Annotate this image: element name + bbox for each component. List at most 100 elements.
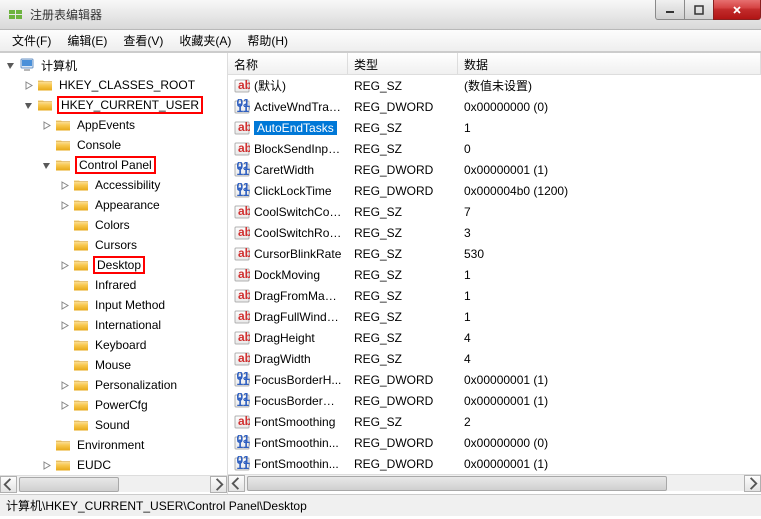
list-row[interactable]: abCursorBlinkRateREG_SZ530: [228, 243, 761, 264]
tree-node[interactable]: Keyboard: [0, 335, 227, 355]
titlebar[interactable]: 注册表编辑器: [0, 0, 761, 30]
tree-toggle-icon[interactable]: [58, 259, 71, 272]
value-name: DockMoving: [254, 268, 320, 282]
menu-file[interactable]: 文件(F): [4, 30, 59, 51]
tree-toggle-icon[interactable]: [22, 79, 35, 92]
cell-type: REG_SZ: [348, 142, 458, 156]
tree-toggle-icon[interactable]: [22, 99, 35, 112]
menu-help[interactable]: 帮助(H): [239, 30, 296, 51]
cell-type: REG_DWORD: [348, 457, 458, 471]
maximize-button[interactable]: [684, 0, 714, 20]
scroll-thumb[interactable]: [247, 476, 667, 491]
tree-node[interactable]: Cursors: [0, 235, 227, 255]
list-row[interactable]: 011110FocusBorderW...REG_DWORD0x00000001…: [228, 390, 761, 411]
folder-icon: [73, 397, 89, 413]
tree-root-node[interactable]: 计算机: [0, 55, 227, 75]
tree-toggle-icon[interactable]: [58, 299, 71, 312]
content-area: 计算机HKEY_CLASSES_ROOTHKEY_CURRENT_USER App…: [0, 52, 761, 494]
list-row[interactable]: abCoolSwitchCol...REG_SZ7: [228, 201, 761, 222]
list-row[interactable]: abFontSmoothingREG_SZ2: [228, 411, 761, 432]
list-row[interactable]: abDragFullWindo...REG_SZ1: [228, 306, 761, 327]
string-value-icon: ab: [234, 204, 250, 220]
list-row[interactable]: ab(默认)REG_SZ(数值未设置): [228, 75, 761, 96]
tree-node[interactable]: International: [0, 315, 227, 335]
menu-edit[interactable]: 编辑(E): [59, 30, 115, 51]
scroll-track[interactable]: [245, 475, 744, 492]
column-header-type[interactable]: 类型: [348, 53, 458, 74]
tree-toggle-icon[interactable]: [58, 399, 71, 412]
folder-icon: [55, 457, 71, 473]
tree-toggle-icon[interactable]: [4, 59, 17, 72]
column-header-data[interactable]: 数据: [458, 53, 761, 74]
tree-toggle-icon[interactable]: [40, 159, 53, 172]
cell-name: abDragWidth: [228, 351, 348, 367]
list-row[interactable]: abDockMovingREG_SZ1: [228, 264, 761, 285]
close-button[interactable]: [713, 0, 761, 20]
cell-data: 0x00000001 (1): [458, 457, 761, 471]
cell-name: abBlockSendInpu...: [228, 141, 348, 157]
tree-node[interactable]: Console: [0, 135, 227, 155]
scroll-left-button[interactable]: [0, 476, 17, 493]
tree-node[interactable]: Appearance: [0, 195, 227, 215]
tree-node[interactable]: PowerCfg: [0, 395, 227, 415]
list-panel[interactable]: 名称 类型 数据 ab(默认)REG_SZ(数值未设置)011110Active…: [228, 53, 761, 494]
tree-node[interactable]: AppEvents: [0, 115, 227, 135]
list-hscrollbar[interactable]: [228, 474, 761, 491]
tree-hscrollbar[interactable]: [0, 475, 227, 492]
tree-node[interactable]: Colors: [0, 215, 227, 235]
tree-node[interactable]: Accessibility: [0, 175, 227, 195]
list-row[interactable]: abDragFromMaxi...REG_SZ1: [228, 285, 761, 306]
tree-node[interactable]: EUDC: [0, 455, 227, 475]
scroll-right-button[interactable]: [210, 476, 227, 493]
list-row[interactable]: 011110FontSmoothin...REG_DWORD0x00000001…: [228, 453, 761, 474]
tree-toggle-icon[interactable]: [40, 459, 53, 472]
list-row[interactable]: abDragWidthREG_SZ4: [228, 348, 761, 369]
menu-favorites[interactable]: 收藏夹(A): [171, 30, 239, 51]
tree-panel[interactable]: 计算机HKEY_CLASSES_ROOTHKEY_CURRENT_USER App…: [0, 53, 228, 494]
tree-toggle-icon: [58, 279, 71, 292]
list-row[interactable]: abDragHeightREG_SZ4: [228, 327, 761, 348]
list-row[interactable]: 011110CaretWidthREG_DWORD0x00000001 (1): [228, 159, 761, 180]
cell-data: 0x000004b0 (1200): [458, 184, 761, 198]
cell-type: REG_SZ: [348, 310, 458, 324]
tree-node[interactable]: HKEY_CLASSES_ROOT: [0, 75, 227, 95]
scroll-left-button[interactable]: [228, 475, 245, 492]
tree-toggle-icon[interactable]: [58, 379, 71, 392]
tree-node[interactable]: Input Method: [0, 295, 227, 315]
tree-toggle-icon[interactable]: [58, 319, 71, 332]
scroll-track[interactable]: [17, 476, 210, 493]
tree-toggle-icon[interactable]: [58, 199, 71, 212]
tree-label: AppEvents: [75, 117, 137, 133]
scroll-thumb[interactable]: [19, 477, 119, 492]
tree-node[interactable]: Environment: [0, 435, 227, 455]
tree-node[interactable]: HKEY_CURRENT_USER: [0, 95, 227, 115]
list-row[interactable]: abAutoEndTasksREG_SZ1: [228, 117, 761, 138]
column-header-name[interactable]: 名称: [228, 53, 348, 74]
folder-icon: [73, 277, 89, 293]
tree-node[interactable]: Control Panel: [0, 155, 227, 175]
menu-view[interactable]: 查看(V): [115, 30, 171, 51]
value-name: FocusBorderH...: [254, 373, 341, 387]
cell-name: abDragFullWindo...: [228, 309, 348, 325]
cell-data: 0x00000001 (1): [458, 373, 761, 387]
tree-node[interactable]: Personalization: [0, 375, 227, 395]
list-row[interactable]: abBlockSendInpu...REG_SZ0: [228, 138, 761, 159]
tree-node[interactable]: Infrared: [0, 275, 227, 295]
list-row[interactable]: 011110ClickLockTimeREG_DWORD0x000004b0 (…: [228, 180, 761, 201]
list-row[interactable]: abCoolSwitchRowsREG_SZ3: [228, 222, 761, 243]
string-value-icon: ab: [234, 288, 250, 304]
string-value-icon: ab: [234, 120, 250, 136]
svg-text:ab: ab: [238, 120, 250, 134]
tree-node[interactable]: Sound: [0, 415, 227, 435]
list-row[interactable]: 011110FontSmoothin...REG_DWORD0x00000000…: [228, 432, 761, 453]
tree-toggle-icon[interactable]: [58, 179, 71, 192]
list-row[interactable]: 011110ActiveWndTrac...REG_DWORD0x0000000…: [228, 96, 761, 117]
tree-node[interactable]: Mouse: [0, 355, 227, 375]
list-row[interactable]: 011110FocusBorderH...REG_DWORD0x00000001…: [228, 369, 761, 390]
minimize-button[interactable]: [655, 0, 685, 20]
tree-toggle-icon[interactable]: [40, 119, 53, 132]
scroll-right-button[interactable]: [744, 475, 761, 492]
cell-name: abDragFromMaxi...: [228, 288, 348, 304]
svg-text:110: 110: [237, 185, 251, 199]
tree-node[interactable]: Desktop: [0, 255, 227, 275]
